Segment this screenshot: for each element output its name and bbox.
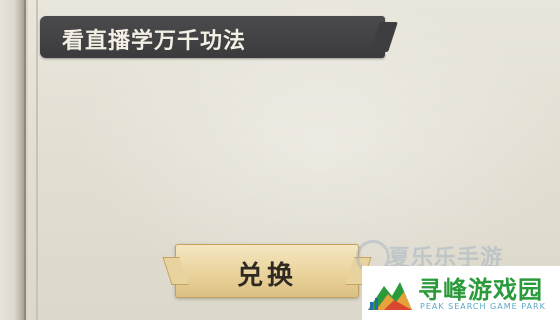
quest-title-banner: 看直播学万千功法 xyxy=(40,16,385,58)
watermark-subtitle: PEAK SEARCH GAME PARK xyxy=(420,302,546,311)
exchange-button[interactable]: 兑换 xyxy=(175,244,359,298)
watermark-name: 寻峰游戏园 xyxy=(418,276,543,304)
exchange-button-label: 兑换 xyxy=(236,261,297,291)
quest-title: 看直播学万千功法 xyxy=(62,28,247,54)
panel-divider xyxy=(36,0,38,320)
mountain-peak-icon xyxy=(368,282,412,310)
left-frame-edge xyxy=(0,0,26,320)
